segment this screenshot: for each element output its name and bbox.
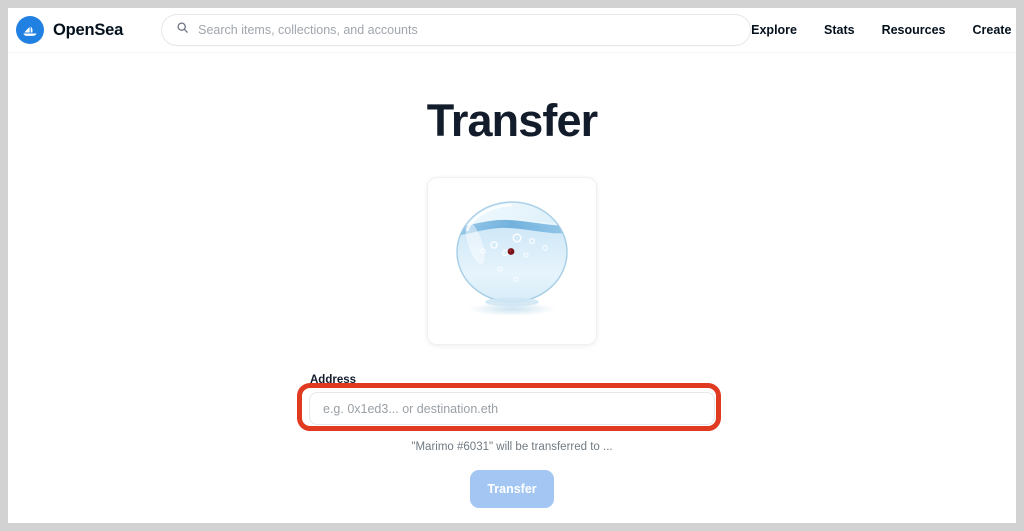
transfer-page-main: Transfer Address e.g. 0x1ed3... or desti…	[8, 53, 1016, 522]
search-input[interactable]	[198, 23, 737, 37]
primary-nav: Explore Stats Resources Create	[751, 23, 1011, 37]
nav-link-explore[interactable]: Explore	[751, 23, 797, 37]
search-icon	[176, 21, 189, 39]
transfer-form: Address "Marimo #6031" will be transferr…	[297, 374, 721, 508]
transfer-submit-button[interactable]: Transfer	[470, 470, 554, 508]
asset-preview-card	[427, 177, 597, 345]
page-title: Transfer	[426, 95, 598, 146]
nav-link-stats[interactable]: Stats	[824, 23, 855, 37]
nav-link-resources[interactable]: Resources	[882, 23, 946, 37]
site-header: OpenSea Explore Stats Resources Create	[8, 8, 1016, 53]
browser-page-frame: OpenSea Explore Stats Resources Create T…	[8, 8, 1016, 523]
brand-logo-link[interactable]: OpenSea	[16, 16, 123, 44]
brand-name: OpenSea	[53, 20, 124, 39]
address-label: Address	[310, 374, 357, 386]
address-input[interactable]	[309, 392, 715, 425]
search-bar[interactable]	[161, 14, 752, 46]
nav-link-create[interactable]: Create	[973, 23, 1012, 37]
fishbowl-image-icon	[439, 193, 585, 330]
opensea-sailboat-logo-icon	[16, 16, 44, 44]
transfer-helper-text: "Marimo #6031" will be transferred to ..…	[411, 441, 613, 453]
